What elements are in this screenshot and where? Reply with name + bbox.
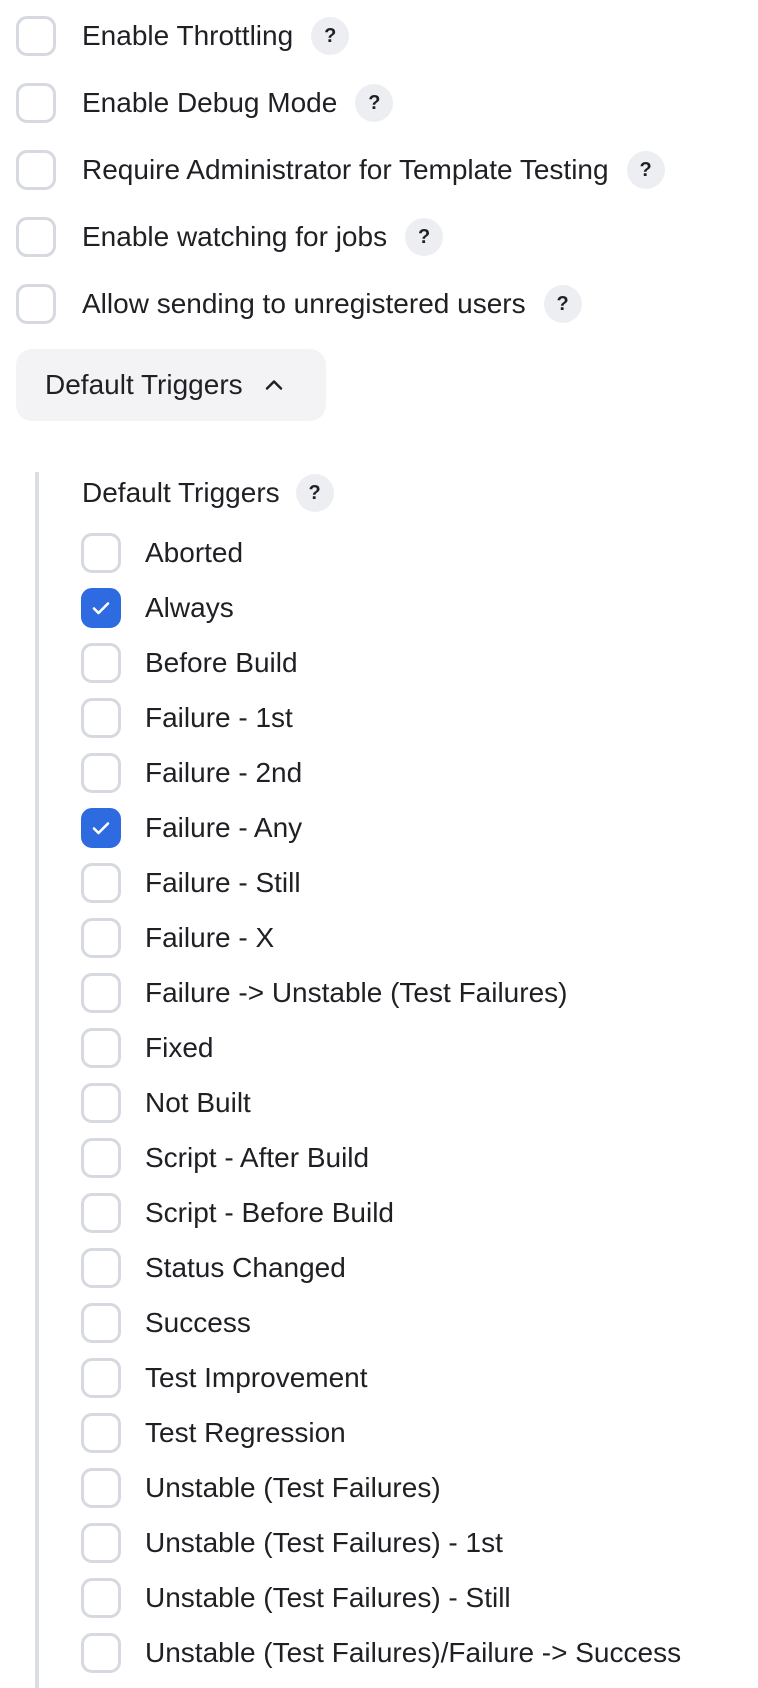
trigger-checkbox[interactable] [81, 1523, 121, 1563]
trigger-label: Fixed [145, 1032, 214, 1063]
trigger-label: Failure - Still [145, 867, 301, 898]
trigger-label: Status Changed [145, 1252, 346, 1283]
option-label: Allow sending to unregistered users [82, 288, 526, 319]
trigger-row[interactable]: Script - Before Build [81, 1191, 681, 1235]
trigger-checkbox[interactable] [81, 1248, 121, 1288]
section-header: Default Triggers ? [82, 472, 334, 514]
trigger-checkbox[interactable] [81, 1303, 121, 1343]
help-icon[interactable]: ? [355, 84, 394, 122]
options-list: Enable Throttling ? Enable Debug Mode ? … [16, 14, 665, 326]
trigger-checkbox[interactable] [81, 973, 121, 1013]
trigger-row[interactable]: Test Regression [81, 1411, 681, 1455]
option-label: Enable Debug Mode [82, 87, 338, 118]
allow-unregistered-users-checkbox[interactable] [16, 284, 56, 324]
option-row[interactable]: Enable Throttling ? [16, 14, 665, 58]
trigger-checkbox[interactable] [81, 918, 121, 958]
option-row[interactable]: Enable Debug Mode ? [16, 81, 665, 125]
trigger-checkbox[interactable] [81, 643, 121, 683]
trigger-label: Before Build [145, 647, 298, 678]
option-label: Require Administrator for Template Testi… [82, 154, 609, 185]
trigger-row[interactable]: Failure -> Unstable (Test Failures) [81, 971, 681, 1015]
trigger-row[interactable]: Unstable (Test Failures) - Still [81, 1576, 681, 1620]
trigger-label: Test Improvement [145, 1362, 368, 1393]
trigger-row[interactable]: Test Improvement [81, 1356, 681, 1400]
trigger-row[interactable]: Unstable (Test Failures)/Failure -> Succ… [81, 1631, 681, 1675]
trigger-checkbox[interactable] [81, 753, 121, 793]
require-admin-template-testing-checkbox[interactable] [16, 150, 56, 190]
help-icon[interactable]: ? [405, 218, 444, 256]
trigger-row[interactable]: Failure - 2nd [81, 751, 681, 795]
trigger-row[interactable]: Not Built [81, 1081, 681, 1125]
trigger-checkbox[interactable] [81, 1358, 121, 1398]
trigger-checkbox[interactable] [81, 1413, 121, 1453]
trigger-label: Test Regression [145, 1417, 346, 1448]
trigger-row[interactable]: Script - After Build [81, 1136, 681, 1180]
trigger-row[interactable]: Fixed [81, 1026, 681, 1070]
trigger-row[interactable]: Unstable (Test Failures) [81, 1466, 681, 1510]
trigger-checkbox[interactable] [81, 588, 121, 628]
trigger-label: Script - Before Build [145, 1197, 394, 1228]
check-icon [92, 602, 110, 615]
trigger-row[interactable]: Always [81, 586, 681, 630]
option-row[interactable]: Enable watching for jobs ? [16, 215, 665, 259]
chevron-up-icon [263, 374, 285, 396]
trigger-label: Failure - Any [145, 812, 303, 843]
trigger-row[interactable]: Success [81, 1301, 681, 1345]
trigger-label: Always [145, 592, 234, 623]
trigger-checkbox[interactable] [81, 1578, 121, 1618]
trigger-label: Failure - 2nd [145, 757, 303, 788]
trigger-checkbox[interactable] [81, 1083, 121, 1123]
option-row[interactable]: Allow sending to unregistered users ? [16, 282, 665, 326]
trigger-label: Not Built [145, 1087, 251, 1118]
trigger-checkbox[interactable] [81, 1633, 121, 1673]
help-icon[interactable]: ? [543, 285, 582, 323]
trigger-label: Script - After Build [145, 1142, 370, 1173]
trigger-label: Unstable (Test Failures) [145, 1472, 441, 1503]
trigger-row[interactable]: Failure - Any [81, 806, 681, 850]
trigger-label: Failure -> Unstable (Test Failures) [145, 977, 568, 1008]
enable-watching-jobs-checkbox[interactable] [16, 217, 56, 257]
trigger-checkbox[interactable] [81, 533, 121, 573]
trigger-label: Unstable (Test Failures)/Failure -> Succ… [145, 1637, 682, 1668]
option-row[interactable]: Require Administrator for Template Testi… [16, 148, 665, 192]
option-label: Enable Throttling [82, 20, 294, 51]
option-label: Enable watching for jobs [82, 221, 388, 252]
help-icon[interactable]: ? [295, 474, 334, 512]
trigger-checkbox[interactable] [81, 1193, 121, 1233]
trigger-row[interactable]: Status Changed [81, 1246, 681, 1290]
trigger-label: Failure - X [145, 922, 275, 953]
trigger-label: Unstable (Test Failures) - Still [145, 1582, 511, 1613]
trigger-checkbox[interactable] [81, 1468, 121, 1508]
trigger-row[interactable]: Failure - X [81, 916, 681, 960]
trigger-label: Unstable (Test Failures) - 1st [145, 1527, 503, 1558]
trigger-label: Success [145, 1307, 251, 1338]
trigger-row[interactable]: Failure - Still [81, 861, 681, 905]
trigger-checkbox[interactable] [81, 863, 121, 903]
trigger-row[interactable]: Aborted [81, 531, 681, 575]
toggle-label: Default Triggers [45, 369, 243, 400]
help-icon[interactable]: ? [311, 17, 350, 55]
trigger-checkbox[interactable] [81, 698, 121, 738]
trigger-row[interactable]: Unstable (Test Failures) - 1st [81, 1521, 681, 1565]
enable-debug-mode-checkbox[interactable] [16, 83, 56, 123]
help-icon[interactable]: ? [626, 151, 665, 189]
trigger-label: Failure - 1st [145, 702, 293, 733]
trigger-list: Aborted Always Before Build Failure - 1st Fa… [81, 531, 681, 1686]
trigger-row[interactable]: Failure - 1st [81, 696, 681, 740]
trigger-checkbox[interactable] [81, 808, 121, 848]
trigger-checkbox[interactable] [81, 1138, 121, 1178]
check-icon [92, 822, 110, 835]
default-triggers-toggle-button[interactable]: Default Triggers [16, 349, 326, 421]
trigger-label: Aborted [145, 537, 244, 568]
trigger-row[interactable]: Before Build [81, 641, 681, 685]
enable-throttling-checkbox[interactable] [16, 16, 56, 56]
section-title: Default Triggers [82, 477, 280, 508]
default-triggers-section: Default Triggers ? Aborted Always Before B… [35, 472, 739, 1688]
trigger-checkbox[interactable] [81, 1028, 121, 1068]
